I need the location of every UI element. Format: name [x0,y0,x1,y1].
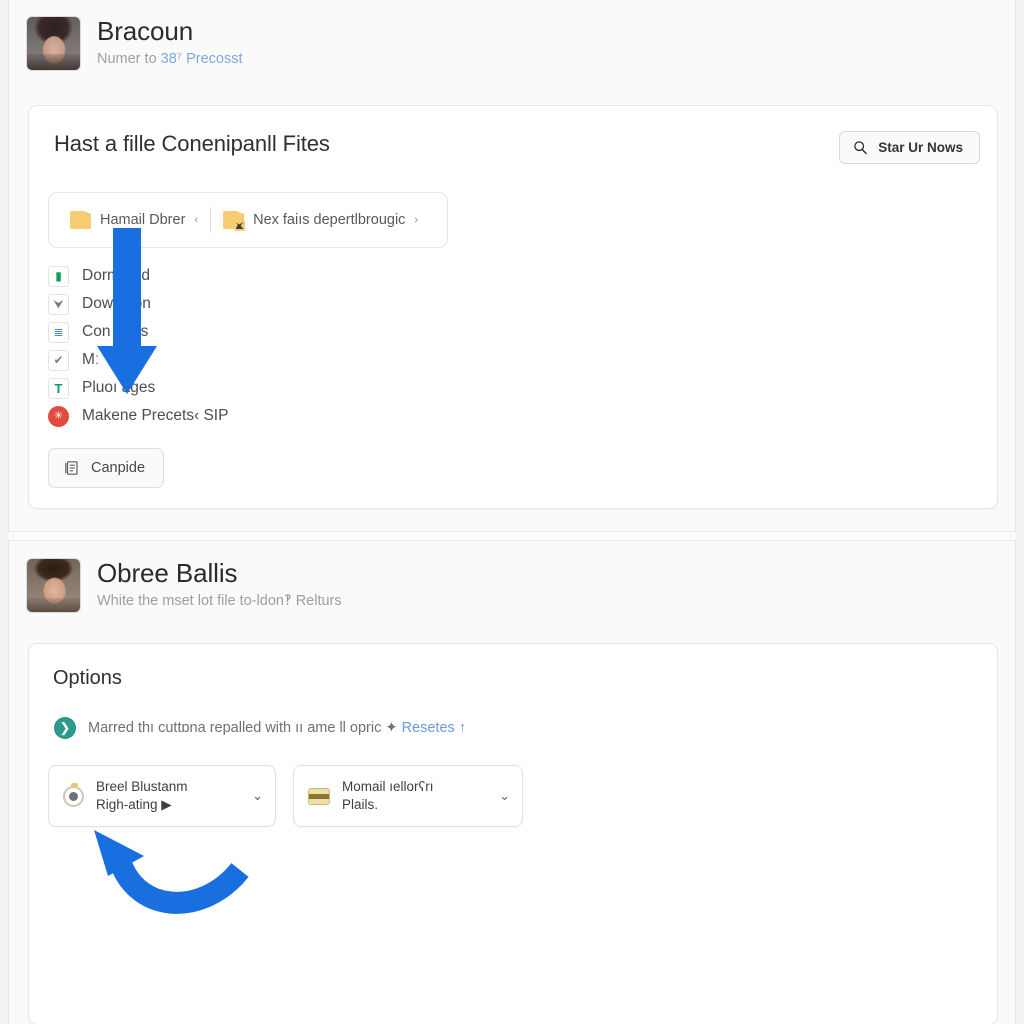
profile-subtitle-prefix: Numer to [97,51,161,67]
options-title: Options [53,667,122,689]
section-bottom: Obree Ballis White the mset lot file to-… [8,540,1016,1024]
list-item-label: Pluoı ages [82,379,156,396]
breadcrumb-item-1[interactable]: Nex faiıs depertlbrougic › [214,211,427,231]
search-icon [854,141,868,155]
breadcrumb-label-0: Hamail Dbrer [100,212,186,228]
breadcrumb: Hamail Dbrer ‹ Nex faiıs depertlbrougic … [48,192,448,248]
list-item[interactable]: ≣ Con ugus [48,318,997,346]
file-card: Hast a fille Conenipanll Fites Star Ur N… [28,105,998,509]
select-line2: Righ-ating ▶ [96,797,172,812]
avatar[interactable] [27,559,80,612]
select-label-0: Breel Blustanm Righ-ating ▶ [96,778,240,814]
alert-round-icon: ✳ [48,405,69,427]
page-edge-right [1016,0,1024,1024]
options-note: ❯ Marred thı cuttɒna repalled with ıı am… [29,690,997,739]
search-button[interactable]: Star Ur Nows [839,131,980,164]
list-item[interactable]: T Pluoı ages [48,374,997,402]
file-list: ▮ Dorm and ⮟ Dow ation ≣ Con ugus ✔ Mː T [48,262,997,430]
breadcrumb-divider [210,207,212,233]
list-item[interactable]: ✔ Mː [48,346,997,374]
sheets-icon-glyph: ▮ [55,269,62,283]
chevron-down-icon[interactable]: ⌄ [252,788,263,804]
card-title: Hast a fille Conenipanll Fites [54,131,330,156]
folder-icon [70,211,91,229]
list-item[interactable]: ✳ Makene Precets‹ SIP [48,402,997,430]
breadcrumb-caret-0: ‹ [194,214,199,226]
page-title: Bracoun [97,16,194,46]
section-top: Bracoun Numer to 38⁷ Precosst Hast a fil… [8,0,1016,532]
search-button-label: Star Ur Nows [878,140,963,155]
clock-icon [63,782,84,807]
select-line2: Plails. [342,797,379,812]
canpide-button[interactable]: Canpide [48,448,165,488]
profile-text: Obree Ballis White the mset lot file to-… [97,558,342,613]
options-note-text: Marred thı cuttɒna repalled with ıı ame … [88,720,466,736]
page-title: Obree Ballis [97,558,238,588]
list-item-label: Dow ation [82,295,151,312]
list-item-label: Makene Precets‹ SIP [82,407,229,424]
check-icon: ✔ [48,349,69,371]
canpide-button-label: Canpide [91,460,146,476]
options-note-suffix: ↑ [454,720,467,736]
check-icon-glyph: ✔ [53,353,64,367]
alert-round-icon-glyph: ✳ [53,409,64,422]
select-breel-blustanm[interactable]: Breel Blustanm Righ-ating ▶ ⌄ [48,765,276,827]
text-icon: T [48,377,69,399]
select-row: Breel Blustanm Righ-ating ▶ ⌄ Momail ıel… [29,739,997,827]
info-badge-icon: ❯ [54,717,76,739]
list-item-label: Dorm and [82,267,151,284]
profile-subtitle-link[interactable]: 38⁷ Precosst [161,51,243,67]
profile-header-top: Bracoun Numer to 38⁷ Precosst [9,0,1015,71]
profile-subtitle: White the mset lot file to-ldon‽ Relturs [97,593,342,609]
select-line1: Breel Blustanm [96,779,188,794]
funnel-icon: ⮟ [48,293,69,315]
select-line1: Momail ıellorʕrı [342,779,434,794]
reset-link[interactable]: Resetes [402,720,455,736]
funnel-icon-glyph: ⮟ [53,297,64,311]
document-list-icon [65,461,78,475]
card-header: Hast a fille Conenipanll Fites Star Ur N… [29,106,997,164]
page-root: Bracoun Numer to 38⁷ Precosst Hast a fil… [0,0,1024,1024]
breadcrumb-label-1: Nex faiıs depertlbrougic [253,212,406,228]
options-note-prefix: Marred thı cuttɒna repalled with ıı ame … [88,720,402,736]
breadcrumb-caret-1: › [414,214,419,226]
chevron-down-icon[interactable]: ⌄ [499,788,510,804]
page-edge-left [0,0,8,1024]
profile-text: Bracoun Numer to 38⁷ Precosst [97,16,242,71]
sheets-icon: ▮ [48,265,69,287]
list-item-label: Con ugus [82,323,149,340]
profile-header-bottom: Obree Ballis White the mset lot file to-… [9,541,1015,613]
avatar[interactable] [27,17,80,70]
text-icon-glyph: T [54,380,63,396]
slides-icon: ≣ [48,321,69,343]
list-item[interactable]: ⮟ Dow ation [48,290,997,318]
list-item-label: Mː [82,351,100,368]
profile-subtitle: Numer to 38⁷ Precosst [97,49,242,69]
select-label-1: Momail ıellorʕrı Plails. [342,778,487,814]
breadcrumb-item-0[interactable]: Hamail Dbrer ‹ [61,211,207,229]
select-momail-bellor[interactable]: Momail ıellorʕrı Plails. ⌄ [293,765,523,827]
card-icon [308,787,330,805]
options-card: Options ❯ Marred thı cuttɒna repalled wi… [28,643,998,1024]
slides-icon-glyph: ≣ [53,325,64,339]
list-item[interactable]: ▮ Dorm and [48,262,997,290]
folder-shared-icon [223,211,246,231]
